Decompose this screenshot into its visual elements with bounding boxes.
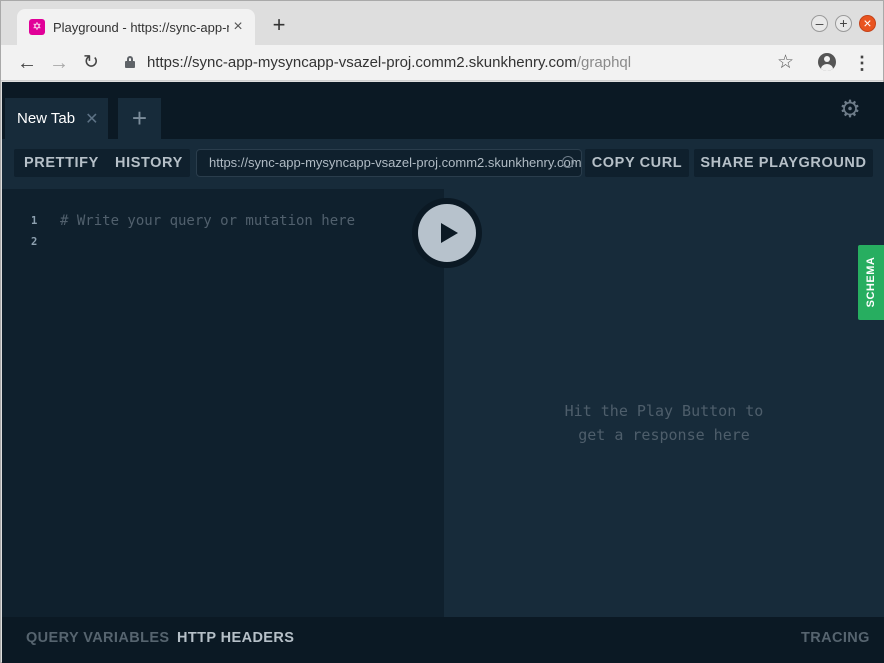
http-headers-tab[interactable]: HTTP HEADERS [177, 630, 294, 646]
close-icon[interactable]: ✕ [85, 109, 98, 129]
browser-window: ✡ Playground - https://sync-app-m × + – … [0, 0, 884, 663]
forward-arrow-icon[interactable]: → [47, 51, 71, 75]
add-tab-button[interactable]: + [118, 98, 161, 139]
browser-tab-title: Playground - https://sync-app-m [53, 19, 229, 35]
share-playground-button[interactable]: SHARE PLAYGROUND [694, 149, 873, 177]
result-panel: Hit the Play Button to get a response he… [444, 189, 884, 617]
prettify-button[interactable]: PRETTIFY [24, 149, 99, 177]
playground-tab[interactable]: New Tab ✕ [5, 98, 108, 139]
minimize-button[interactable]: – [811, 15, 828, 32]
result-hint: Hit the Play Button to get a response he… [444, 399, 884, 447]
line-number: 1 [31, 215, 38, 227]
url-path: /graphql [576, 54, 632, 71]
line-number: 2 [31, 236, 38, 248]
schema-tab[interactable]: SCHEMA [858, 245, 884, 320]
play-icon [441, 223, 458, 243]
query-variables-tab[interactable]: QUERY VARIABLES [26, 630, 170, 646]
reload-icon[interactable]: ↻ [79, 51, 103, 75]
close-window-button[interactable]: × [859, 15, 876, 32]
gear-icon[interactable]: ⚙ [838, 98, 862, 122]
playground-tab-bar: New Tab ✕ + ⚙ [2, 82, 884, 139]
kebab-menu-icon[interactable]: ⋮ [853, 51, 871, 75]
browser-tab-strip: ✡ Playground - https://sync-app-m × + – … [1, 1, 883, 45]
graphql-icon: ✡ [29, 19, 45, 35]
bookmark-star-icon[interactable]: ☆ [777, 51, 794, 74]
address-bar[interactable]: https://sync-app-mysyncapp-vsazel-proj.c… [147, 54, 631, 71]
account-icon[interactable] [818, 53, 836, 71]
close-tab-icon[interactable]: × [229, 18, 247, 36]
browser-toolbar: ← → ↻ https://sync-app-mysyncapp-vsazel-… [1, 45, 883, 81]
new-tab-button[interactable]: + [269, 14, 289, 36]
editor-placeholder: # Write your query or mutation here [60, 213, 356, 229]
tracing-tab[interactable]: TRACING [801, 630, 870, 646]
schema-label: SCHEMA [865, 256, 877, 308]
playground-app: New Tab ✕ + ⚙ PRETTIFY HISTORY https://s… [2, 82, 884, 663]
playground-tab-label: New Tab [17, 110, 76, 127]
play-button[interactable] [418, 204, 476, 262]
endpoint-input[interactable]: https://sync-app-mysyncapp-vsazel-proj.c… [196, 149, 582, 177]
browser-tab[interactable]: ✡ Playground - https://sync-app-m × [17, 9, 255, 45]
back-arrow-icon[interactable]: ← [15, 51, 39, 75]
maximize-button[interactable]: + [835, 15, 852, 32]
query-editor[interactable]: 1 2 # Write your query or mutation here [5, 189, 444, 617]
playground-topbar: PRETTIFY HISTORY https://sync-app-mysync… [2, 139, 884, 189]
refresh-schema-icon[interactable] [562, 156, 574, 168]
result-hint-line: get a response here [578, 426, 750, 444]
history-button[interactable]: HISTORY [115, 149, 183, 177]
copy-curl-button[interactable]: COPY CURL [585, 149, 689, 177]
bottom-bar: QUERY VARIABLES HTTP HEADERS TRACING [2, 617, 884, 663]
lock-icon[interactable] [125, 56, 135, 68]
editor-actions: PRETTIFY HISTORY [14, 149, 190, 177]
result-hint-line: Hit the Play Button to [564, 402, 764, 420]
url-host: https://sync-app-mysyncapp-vsazel-proj.c… [147, 54, 577, 71]
play-button-ring [412, 198, 482, 268]
